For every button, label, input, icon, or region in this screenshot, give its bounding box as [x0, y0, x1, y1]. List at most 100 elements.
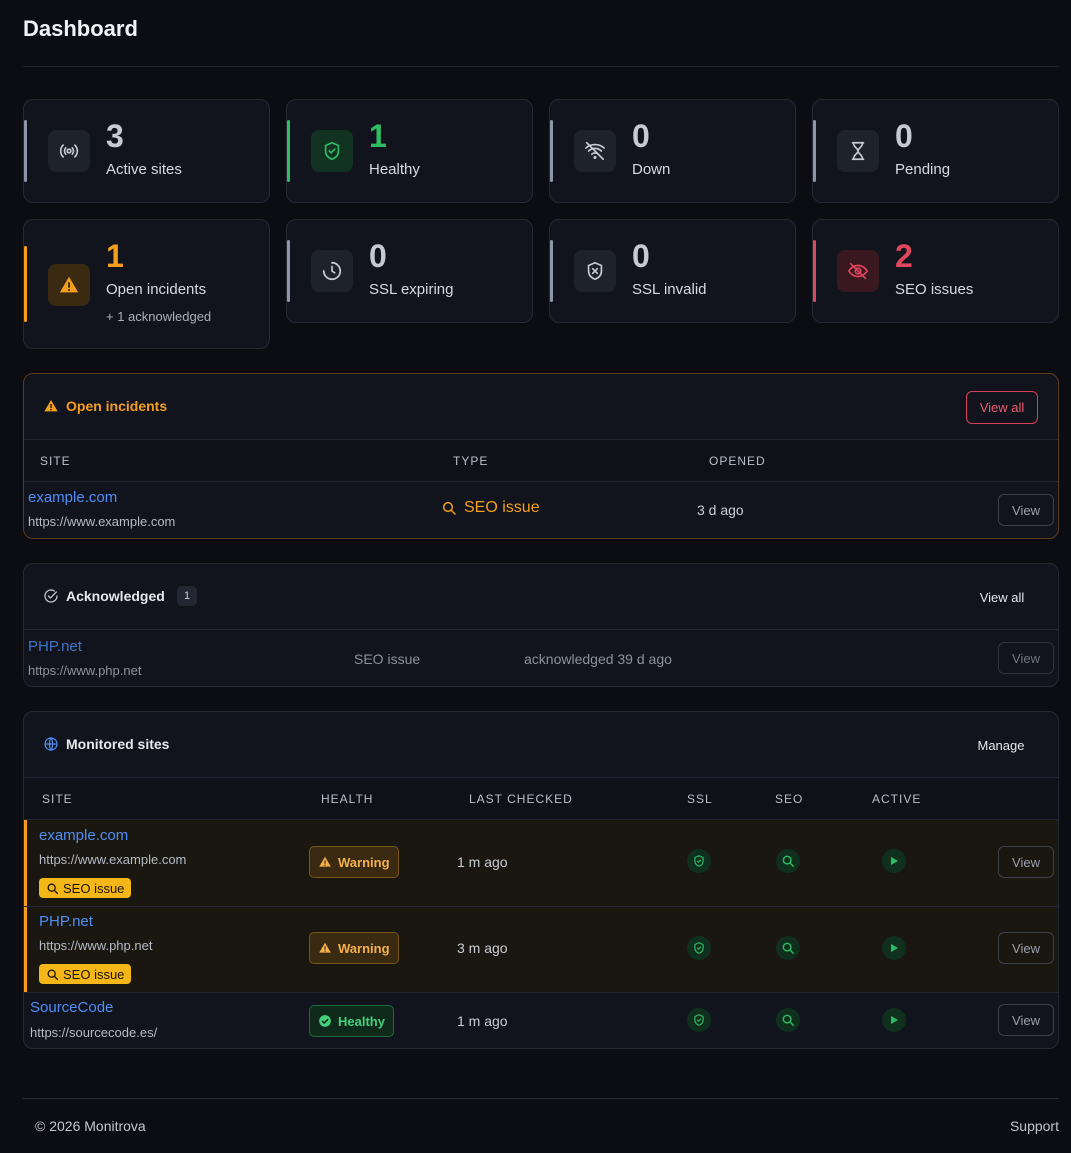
shield-check-icon [311, 130, 353, 172]
health-label: Warning [338, 940, 390, 956]
ssl-shield-icon [687, 936, 711, 960]
column-header-ssl: SSL [687, 792, 713, 806]
table-row: example.com https://www.example.com SEO … [24, 820, 1058, 906]
column-header-site: SITE [40, 454, 71, 468]
manage-sites-button[interactable]: Manage [967, 729, 1035, 762]
support-link[interactable]: Support [1010, 1118, 1059, 1134]
stat-card-ssl-expiring[interactable]: 0 SSL expiring [286, 219, 533, 323]
globe-icon [43, 736, 59, 752]
acknowledged-time: acknowledged 39 d ago [524, 651, 672, 667]
card-accent [550, 120, 553, 182]
search-icon [441, 500, 457, 519]
site-link[interactable]: example.com [39, 827, 128, 844]
stat-card-pending[interactable]: 0 Pending [812, 99, 1059, 203]
check-circle-icon [319, 1015, 331, 1027]
last-checked: 3 m ago [457, 940, 508, 956]
eye-off-icon [837, 250, 879, 292]
stat-value: 0 [369, 238, 387, 274]
view-all-incidents-button[interactable]: View all [966, 391, 1038, 424]
card-accent [813, 240, 816, 302]
active-play-icon [882, 936, 906, 960]
hourglass-icon [837, 130, 879, 172]
site-link[interactable]: PHP.net [39, 913, 93, 930]
health-badge: Warning [309, 846, 399, 878]
site-url: https://www.example.com [28, 514, 176, 529]
view-all-acknowledged-button[interactable]: View all [969, 581, 1035, 614]
open-incidents-panel: Open incidents View all SITE TYPE OPENED… [23, 373, 1059, 539]
stat-label: SEO issues [895, 281, 974, 298]
warning-icon [319, 856, 331, 867]
table-row: example.com https://www.example.com SEO … [24, 482, 1058, 538]
seo-search-icon [776, 849, 800, 873]
stat-label: SSL invalid [632, 281, 707, 298]
search-icon [47, 883, 59, 894]
panel-title: Acknowledged [66, 588, 165, 604]
active-play-icon [882, 849, 906, 873]
search-icon [47, 969, 59, 980]
site-link[interactable]: example.com [28, 489, 117, 506]
opened-time: 3 d ago [697, 502, 744, 518]
panel-title: Open incidents [66, 398, 168, 414]
card-accent [550, 240, 553, 302]
panel-header: Acknowledged 1 View all [24, 564, 1058, 630]
stat-label: Active sites [106, 161, 182, 178]
site-url: https://www.example.com [39, 852, 187, 867]
footer-divider [23, 1098, 1059, 1099]
stat-card-ssl-invalid[interactable]: 0 SSL invalid [549, 219, 796, 323]
shield-x-icon [574, 250, 616, 292]
broadcast-icon [48, 130, 90, 172]
view-site-button[interactable]: View [998, 1004, 1054, 1036]
site-url: https://sourcecode.es/ [30, 1025, 158, 1040]
seo-issue-chip: SEO issue [39, 878, 132, 898]
last-checked: 1 m ago [457, 854, 508, 870]
card-accent [24, 246, 27, 322]
stat-label: Down [632, 161, 671, 178]
site-url: https://www.php.net [39, 938, 153, 953]
stat-card-seo-issues[interactable]: 2 SEO issues [812, 219, 1059, 323]
card-accent [813, 120, 816, 182]
acknowledged-panel: Acknowledged 1 View all PHP.net https://… [23, 563, 1059, 687]
warning-icon [48, 264, 90, 306]
wifi-off-icon [574, 130, 616, 172]
warning-icon [43, 398, 59, 414]
column-header-last-checked: LAST CHECKED [469, 792, 573, 806]
ssl-shield-icon [687, 849, 711, 873]
page-title: Dashboard [23, 16, 138, 41]
site-link[interactable]: PHP.net [28, 638, 82, 655]
table-header: SITE TYPE OPENED [24, 440, 1058, 482]
column-header-type: TYPE [453, 454, 489, 468]
stat-value: 0 [632, 238, 650, 274]
ssl-shield-icon [687, 1008, 711, 1032]
health-label: Warning [338, 854, 390, 870]
view-site-button[interactable]: View [998, 846, 1054, 878]
incident-type: SEO issue [354, 651, 421, 667]
title-divider [23, 66, 1059, 67]
table-header: SITE HEALTH LAST CHECKED SSL SEO ACTIVE [24, 778, 1058, 820]
view-incident-button[interactable]: View [998, 494, 1054, 526]
stat-value: 1 [106, 238, 124, 274]
stat-card-active-sites[interactable]: 3 Active sites [23, 99, 270, 203]
health-label: Healthy [338, 1013, 385, 1029]
health-badge: Healthy [309, 1005, 394, 1037]
site-url: https://www.php.net [28, 663, 142, 678]
view-acknowledged-button[interactable]: View [998, 642, 1054, 674]
health-badge: Warning [309, 932, 399, 964]
clock-icon [311, 250, 353, 292]
stat-value: 0 [632, 118, 650, 154]
acknowledged-count-badge: 1 [177, 586, 197, 606]
view-site-button[interactable]: View [998, 932, 1054, 964]
footer-copyright: © 2026 Monitrova [35, 1118, 146, 1134]
stat-label: Pending [895, 161, 951, 178]
active-play-icon [882, 1008, 906, 1032]
last-checked: 1 m ago [457, 1013, 508, 1029]
stat-label: Open incidents [106, 281, 207, 298]
card-accent [287, 240, 290, 302]
seo-chip-label: SEO issue [63, 880, 125, 896]
site-link[interactable]: SourceCode [30, 999, 113, 1016]
seo-search-icon [776, 936, 800, 960]
stat-card-open-incidents[interactable]: 1 Open incidents + 1 acknowledged [23, 219, 270, 349]
card-accent [24, 120, 27, 182]
stat-card-down[interactable]: 0 Down [549, 99, 796, 203]
stat-card-healthy[interactable]: 1 Healthy [286, 99, 533, 203]
column-header-seo: SEO [775, 792, 804, 806]
